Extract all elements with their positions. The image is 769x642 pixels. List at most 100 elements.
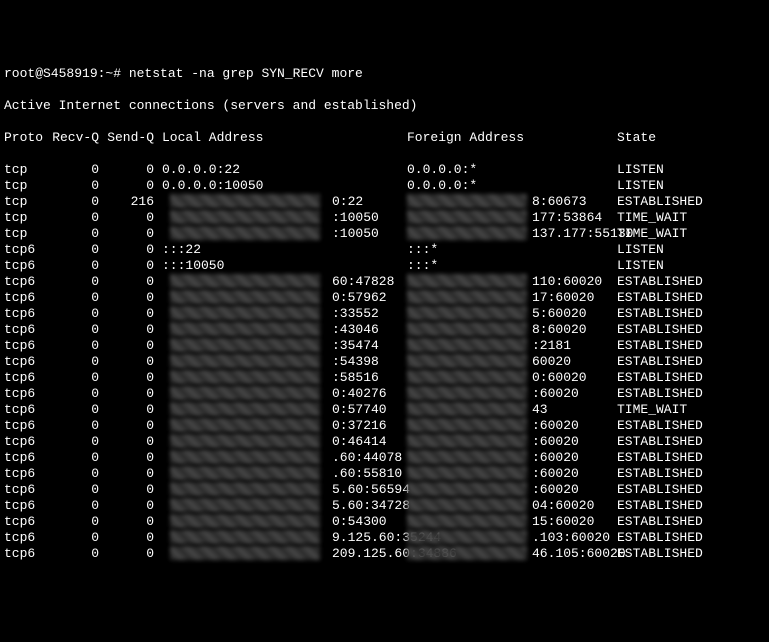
foreign-port-fragment: 04:60020 bbox=[532, 498, 594, 514]
table-row: tcp6005.60:3472804:60020ESTABLISHED bbox=[4, 498, 765, 514]
redacted-block bbox=[170, 514, 320, 528]
redacted-block bbox=[170, 466, 320, 480]
redacted-block bbox=[407, 546, 527, 560]
redacted-block bbox=[170, 322, 320, 336]
local-port-fragment: :33552 bbox=[332, 306, 379, 322]
table-row: tcp6000:5774043TIME_WAIT bbox=[4, 402, 765, 418]
cell-state: ESTABLISHED bbox=[617, 386, 765, 402]
cell-proto: tcp6 bbox=[4, 338, 52, 354]
cell-foreign-address: :::* bbox=[407, 242, 617, 258]
foreign-port-fragment: 46.105:60020 bbox=[532, 546, 626, 562]
header-proto: Proto bbox=[4, 130, 52, 146]
cell-proto: tcp6 bbox=[4, 386, 52, 402]
cell-state: ESTABLISHED bbox=[617, 434, 765, 450]
cell-proto: tcp bbox=[4, 162, 52, 178]
redacted-block bbox=[407, 514, 527, 528]
redacted-block bbox=[407, 306, 527, 320]
cell-recvq: 0 bbox=[52, 162, 107, 178]
redacted-block bbox=[407, 434, 527, 448]
cell-proto: tcp6 bbox=[4, 402, 52, 418]
cell-proto: tcp6 bbox=[4, 322, 52, 338]
cell-recvq: 0 bbox=[52, 306, 107, 322]
cell-local-address: 0.0.0.0:10050 bbox=[162, 178, 407, 194]
local-port-fragment: 0:37216 bbox=[332, 418, 387, 434]
cell-foreign-address: :2181 bbox=[407, 338, 617, 354]
cell-local-address: .60:44078 bbox=[162, 450, 407, 466]
cell-local-address: :::10050 bbox=[162, 258, 407, 274]
table-row: tcp600:5439860020ESTABLISHED bbox=[4, 354, 765, 370]
cell-recvq: 0 bbox=[52, 418, 107, 434]
local-port-fragment: 0:40276 bbox=[332, 386, 387, 402]
foreign-port-fragment: 17:60020 bbox=[532, 290, 594, 306]
cell-recvq: 0 bbox=[52, 354, 107, 370]
cell-foreign-address: 04:60020 bbox=[407, 498, 617, 514]
cell-sendq: 0 bbox=[107, 338, 162, 354]
cell-recvq: 0 bbox=[52, 482, 107, 498]
cell-sendq: 0 bbox=[107, 546, 162, 562]
cell-local-address: :43046 bbox=[162, 322, 407, 338]
redacted-block bbox=[407, 274, 527, 288]
cell-foreign-address: 177:53864 bbox=[407, 210, 617, 226]
connections-title: Active Internet connections (servers and… bbox=[4, 98, 765, 114]
cell-foreign-address: 0.0.0.0:* bbox=[407, 162, 617, 178]
table-row: tcp6000:40276:60020ESTABLISHED bbox=[4, 386, 765, 402]
redacted-block bbox=[407, 338, 527, 352]
cell-proto: tcp6 bbox=[4, 258, 52, 274]
local-port-fragment: 5.60:34728 bbox=[332, 498, 410, 514]
header-foreign: Foreign Address bbox=[407, 130, 617, 146]
cell-sendq: 0 bbox=[107, 434, 162, 450]
cell-foreign-address: :60020 bbox=[407, 450, 617, 466]
local-port-fragment: 0:22 bbox=[332, 194, 363, 210]
cell-local-address: 0.0.0.0:22 bbox=[162, 162, 407, 178]
cell-local-address: 0:57740 bbox=[162, 402, 407, 418]
cell-local-address: :33552 bbox=[162, 306, 407, 322]
foreign-port-fragment: 137.177:55130 bbox=[532, 226, 633, 242]
table-row: tcp600:430468:60020ESTABLISHED bbox=[4, 322, 765, 338]
cell-foreign-address: 15:60020 bbox=[407, 514, 617, 530]
redacted-block bbox=[407, 418, 527, 432]
redacted-block bbox=[170, 194, 320, 208]
cell-recvq: 0 bbox=[52, 546, 107, 562]
cell-local-address: :54398 bbox=[162, 354, 407, 370]
redacted-block bbox=[407, 354, 527, 368]
cell-state: ESTABLISHED bbox=[617, 290, 765, 306]
cell-proto: tcp6 bbox=[4, 370, 52, 386]
cell-state: LISTEN bbox=[617, 162, 765, 178]
foreign-port-fragment: 8:60673 bbox=[532, 194, 587, 210]
cell-proto: tcp6 bbox=[4, 418, 52, 434]
table-row: tcp60060:47828110:60020ESTABLISHED bbox=[4, 274, 765, 290]
redacted-block bbox=[407, 402, 527, 416]
cell-foreign-address: 110:60020 bbox=[407, 274, 617, 290]
foreign-port-fragment: :60020 bbox=[532, 482, 579, 498]
cell-state: LISTEN bbox=[617, 258, 765, 274]
foreign-port-fragment: 8:60020 bbox=[532, 322, 587, 338]
cell-recvq: 0 bbox=[52, 370, 107, 386]
cell-sendq: 0 bbox=[107, 210, 162, 226]
cell-proto: tcp6 bbox=[4, 530, 52, 546]
redacted-block bbox=[170, 290, 320, 304]
cell-sendq: 0 bbox=[107, 274, 162, 290]
redacted-block bbox=[170, 402, 320, 416]
cell-sendq: 0 bbox=[107, 226, 162, 242]
table-row: tcp6009.125.60:35244.103:60020ESTABLISHE… bbox=[4, 530, 765, 546]
cell-state: ESTABLISHED bbox=[617, 482, 765, 498]
cell-state: TIME_WAIT bbox=[617, 226, 765, 242]
cell-recvq: 0 bbox=[52, 402, 107, 418]
cell-proto: tcp6 bbox=[4, 434, 52, 450]
cell-foreign-address: 43 bbox=[407, 402, 617, 418]
cell-sendq: 0 bbox=[107, 354, 162, 370]
table-row: tcp600209.125.60:3488646.105:60020ESTABL… bbox=[4, 546, 765, 562]
cell-local-address: .60:55810 bbox=[162, 466, 407, 482]
redacted-block bbox=[407, 466, 527, 480]
redacted-block bbox=[170, 354, 320, 368]
table-body: tcp000.0.0.0:220.0.0.0:*LISTENtcp000.0.0… bbox=[4, 162, 765, 562]
cell-local-address: 5.60:56594 bbox=[162, 482, 407, 498]
cell-recvq: 0 bbox=[52, 258, 107, 274]
foreign-port-fragment: 110:60020 bbox=[532, 274, 602, 290]
cell-proto: tcp6 bbox=[4, 514, 52, 530]
cell-local-address: :35474 bbox=[162, 338, 407, 354]
cell-proto: tcp6 bbox=[4, 306, 52, 322]
cell-proto: tcp6 bbox=[4, 354, 52, 370]
cell-local-address: :10050 bbox=[162, 226, 407, 242]
cell-foreign-address: :60020 bbox=[407, 386, 617, 402]
